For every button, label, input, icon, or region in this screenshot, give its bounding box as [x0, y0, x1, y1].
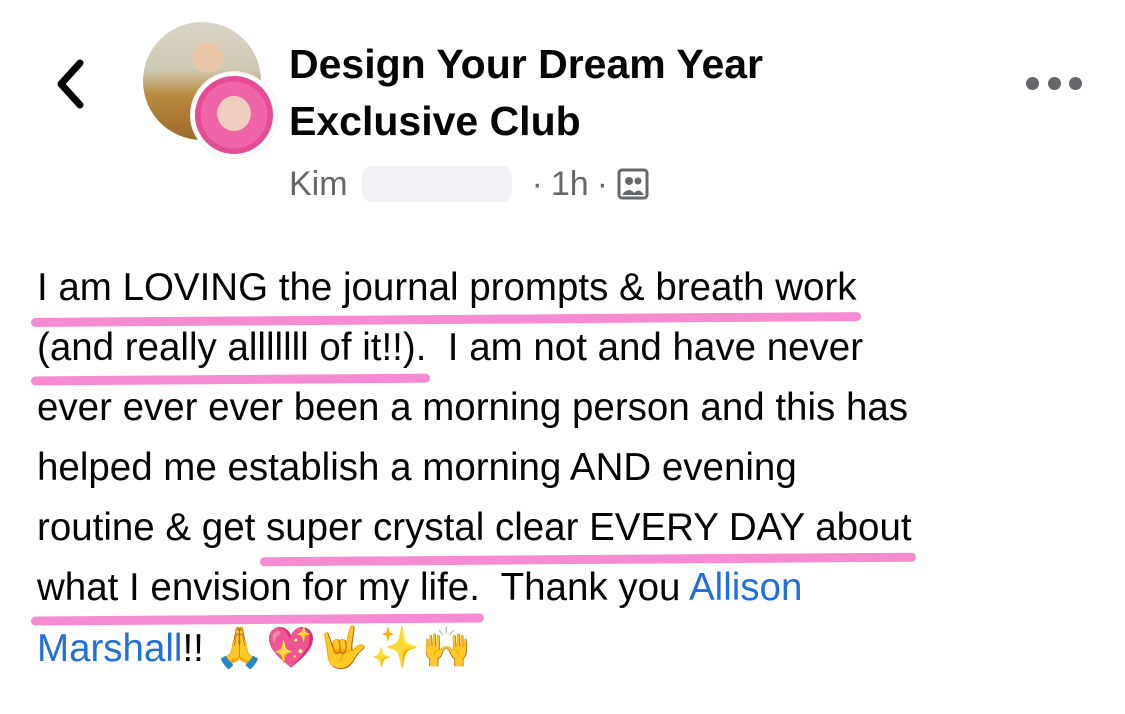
redacted-last-name	[361, 166, 512, 202]
post-text-segment: routine & get	[37, 506, 267, 549]
more-dot	[1026, 76, 1039, 90]
post-text-segment: !!	[182, 627, 215, 670]
post-text-segment: Thank you	[479, 566, 689, 609]
mention-link[interactable]: Marshall	[37, 627, 182, 670]
post-line: helped me establish a morning AND evenin…	[37, 446, 797, 489]
post-text-segment: I am not and have never	[426, 326, 864, 369]
user-avatar[interactable]	[191, 72, 277, 158]
chevron-left-icon	[57, 59, 84, 109]
highlighted-text: (and really alllllll of it!!).	[37, 318, 426, 378]
emoji-sequence: 🙏💖🤟✨🙌	[214, 626, 474, 670]
post-line: (and really alllllll of it!!). I am not …	[37, 318, 1097, 378]
back-button[interactable]	[44, 52, 96, 116]
avatar-group[interactable]	[143, 22, 277, 158]
more-dot	[1069, 76, 1082, 90]
post-meta: Kim · 1h ·	[289, 160, 650, 208]
mention-link[interactable]: Allison	[689, 566, 802, 609]
author-name[interactable]: Kim	[289, 165, 348, 204]
post-line: ever ever ever been a morning person and…	[37, 386, 909, 429]
post-line: Marshall!! 🙏💖🤟✨🙌	[37, 618, 1097, 678]
group-members-icon	[617, 168, 649, 200]
highlighted-text: what I envision for my life.	[37, 558, 480, 618]
meta-separator: ·	[596, 164, 609, 203]
group-name-line2: Exclusive Club	[289, 98, 581, 144]
highlighted-text: I am LOVING the journal prompts & breath…	[37, 258, 857, 318]
post-line: I am LOVING the journal prompts & breath…	[37, 258, 1097, 318]
group-name-line1: Design Your Dream Year	[289, 41, 764, 87]
meta-separator: ·	[531, 164, 543, 203]
more-dot	[1047, 76, 1061, 90]
more-options-button[interactable]	[1026, 66, 1082, 100]
post-text: I am LOVING the journal prompts & breath…	[37, 258, 1097, 678]
post-view: Design Your Dream Year Exclusive Club Ki…	[0, 0, 1125, 714]
group-name[interactable]: Design Your Dream Year Exclusive Club	[289, 36, 889, 150]
post-line: what I envision for my life. Thank you A…	[37, 558, 1097, 618]
highlighted-text: super crystal clear EVERY DAY about	[266, 498, 912, 558]
post-line: routine & get super crystal clear EVERY …	[37, 498, 1097, 558]
post-timestamp[interactable]: 1h	[551, 165, 589, 204]
